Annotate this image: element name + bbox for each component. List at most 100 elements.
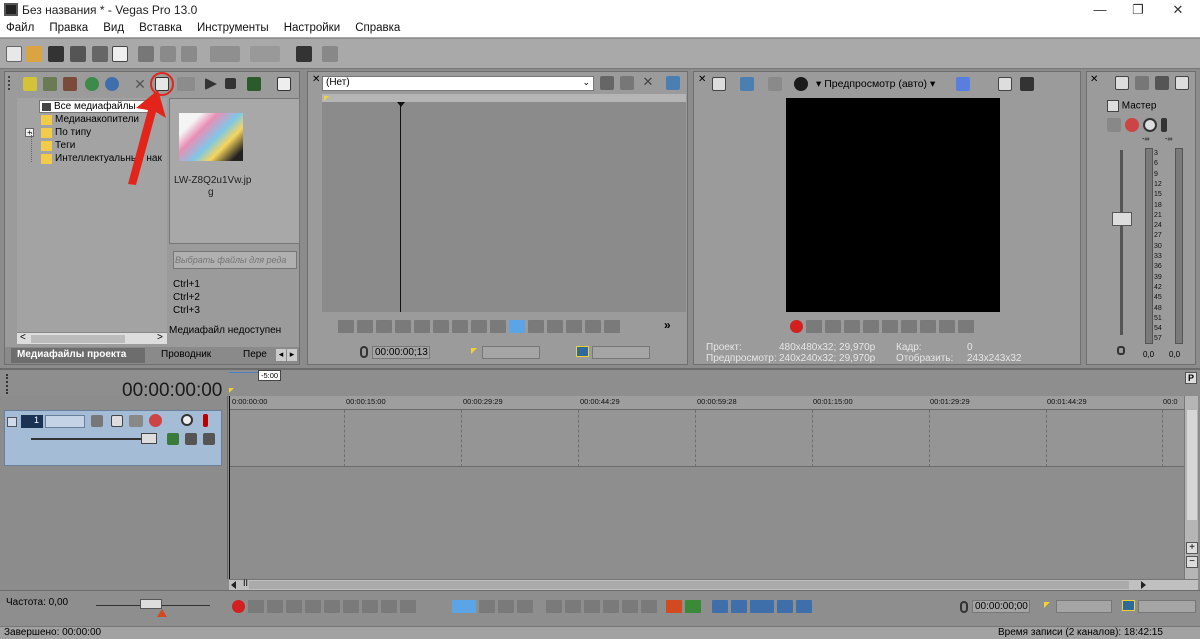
- vscroll-thumb[interactable]: [1187, 410, 1197, 520]
- next-frame-icon[interactable]: [400, 600, 416, 613]
- insert-marker-icon[interactable]: [666, 600, 682, 613]
- menu-insert[interactable]: Вставка: [133, 20, 188, 34]
- menu-tools[interactable]: Инструменты: [191, 20, 275, 34]
- properties-icon[interactable]: [112, 46, 128, 62]
- trimmer-close-icon[interactable]: ✕: [312, 74, 320, 85]
- tab-project-media[interactable]: Медиафайлы проекта: [11, 348, 145, 363]
- track-composite-icon[interactable]: [111, 415, 123, 427]
- trimmer-monitor-icon[interactable]: [666, 76, 680, 90]
- lock-icon[interactable]: [731, 600, 747, 613]
- hscroll-left-icon[interactable]: [231, 581, 236, 589]
- trimmer-marker-icon[interactable]: [620, 76, 634, 90]
- track-gear-icon[interactable]: [149, 414, 162, 427]
- preview-properties-icon[interactable]: [712, 77, 726, 91]
- prev-frame-icon[interactable]: [471, 320, 487, 333]
- refresh-icon[interactable]: [85, 77, 99, 91]
- delete-icon[interactable]: [546, 600, 562, 613]
- stop-icon[interactable]: [414, 320, 430, 333]
- lock-envelope-icon[interactable]: [641, 600, 657, 613]
- new-project-icon[interactable]: [6, 46, 22, 62]
- import-media-icon[interactable]: [23, 77, 37, 91]
- next-frame-icon[interactable]: [490, 320, 506, 333]
- trimmer-canvas[interactable]: [322, 102, 686, 312]
- save-snapshot-icon[interactable]: [1020, 77, 1034, 91]
- open-icon[interactable]: [26, 46, 42, 62]
- video-fx-icon[interactable]: [794, 77, 808, 91]
- pause-icon[interactable]: [395, 320, 411, 333]
- tree-hscroll[interactable]: < >: [17, 332, 167, 344]
- fit-icon[interactable]: [585, 320, 601, 333]
- selection-start-field[interactable]: [1056, 600, 1112, 613]
- add-to-timeline-icon[interactable]: [528, 320, 544, 333]
- loop-icon[interactable]: [806, 320, 822, 333]
- menu-file[interactable]: Файл: [0, 20, 40, 34]
- master-fader-handle[interactable]: [1112, 212, 1132, 226]
- trimmer-more-button[interactable]: »: [664, 318, 671, 332]
- stop-icon[interactable]: [225, 78, 236, 89]
- menu-options[interactable]: Настройки: [278, 20, 346, 34]
- track-mute-icon[interactable]: [181, 414, 193, 426]
- preview-quality-dropdown[interactable]: ▾ Предпросмотр (авто) ▾: [816, 78, 935, 90]
- timeline-vscroll[interactable]: + −: [1184, 396, 1198, 579]
- scroll-left-arrow[interactable]: <: [20, 332, 26, 343]
- go-start-icon[interactable]: [901, 320, 917, 333]
- timeline-ruler[interactable]: 0:00:00:00 00:00:15:00 00:00:29:29 00:00…: [229, 396, 1184, 410]
- render-icon[interactable]: [92, 46, 108, 62]
- media-thumbnail[interactable]: [179, 113, 243, 161]
- undo-icon[interactable]: [210, 46, 240, 62]
- rate-slider-handle[interactable]: [140, 599, 162, 609]
- track-automation-icon[interactable]: [167, 433, 179, 445]
- auto-preview-icon[interactable]: [247, 77, 261, 91]
- menu-view[interactable]: Вид: [97, 20, 130, 34]
- zoom-out-button[interactable]: −: [1186, 556, 1198, 568]
- add-after-icon[interactable]: [566, 320, 582, 333]
- master-layout-icon[interactable]: [1175, 76, 1189, 90]
- menu-edit[interactable]: Правка: [43, 20, 94, 34]
- pause-icon[interactable]: [863, 320, 879, 333]
- play-icon[interactable]: [205, 78, 217, 90]
- trimmer-clear-icon[interactable]: ✕: [641, 74, 655, 89]
- go-end-icon[interactable]: [920, 320, 936, 333]
- what-is-this-icon[interactable]: [322, 46, 338, 62]
- track-collapse-icon[interactable]: [7, 417, 17, 427]
- in-point-field[interactable]: [482, 346, 540, 359]
- prev-frame-icon[interactable]: [939, 320, 955, 333]
- auto-crossfade-icon[interactable]: [777, 600, 793, 613]
- track-solo-icon[interactable]: [203, 414, 208, 427]
- trimmer-tool-icon[interactable]: [600, 76, 614, 90]
- tab-transitions[interactable]: Пере: [243, 349, 267, 360]
- timeline-track-area[interactable]: [229, 410, 1184, 467]
- timeline-hscroll[interactable]: II: [229, 578, 1198, 590]
- tab-prev-button[interactable]: ◂: [276, 349, 286, 361]
- track-level-handle[interactable]: [141, 433, 157, 444]
- selection-tool-icon[interactable]: [498, 600, 514, 613]
- duration-field[interactable]: [592, 346, 650, 359]
- tab-explorer[interactable]: Проводник: [161, 349, 211, 360]
- track-fx-icon[interactable]: [129, 415, 143, 427]
- paste-icon[interactable]: [181, 46, 197, 62]
- play-from-start-icon[interactable]: [825, 320, 841, 333]
- external-monitor-icon[interactable]: [740, 77, 754, 91]
- enable-snapping-icon[interactable]: [750, 600, 774, 613]
- search-box[interactable]: [173, 251, 297, 269]
- go-start-icon[interactable]: [343, 600, 359, 613]
- zoom-icon[interactable]: [604, 320, 620, 333]
- master-properties-icon[interactable]: [1115, 76, 1129, 90]
- redo-icon[interactable]: [250, 46, 280, 62]
- go-start-icon[interactable]: [433, 320, 449, 333]
- tab-next-button[interactable]: ▸: [287, 349, 297, 361]
- track-up-icon[interactable]: [203, 433, 215, 445]
- menu-help[interactable]: Справка: [349, 20, 406, 34]
- prev-frame-icon[interactable]: [381, 600, 397, 613]
- marker-label[interactable]: -5:00: [258, 370, 282, 381]
- pause-icon[interactable]: [305, 600, 321, 613]
- play-from-start-icon[interactable]: [357, 320, 373, 333]
- ignore-grouping-icon[interactable]: [796, 600, 812, 613]
- track-motion-icon[interactable]: [91, 415, 103, 427]
- dim-output-icon[interactable]: [1155, 76, 1169, 90]
- stop-icon[interactable]: [324, 600, 340, 613]
- tree-expander[interactable]: +: [25, 128, 34, 137]
- minimize-button[interactable]: —: [1080, 0, 1120, 20]
- track-down-icon[interactable]: [185, 433, 197, 445]
- envelope-tool-icon[interactable]: [479, 600, 495, 613]
